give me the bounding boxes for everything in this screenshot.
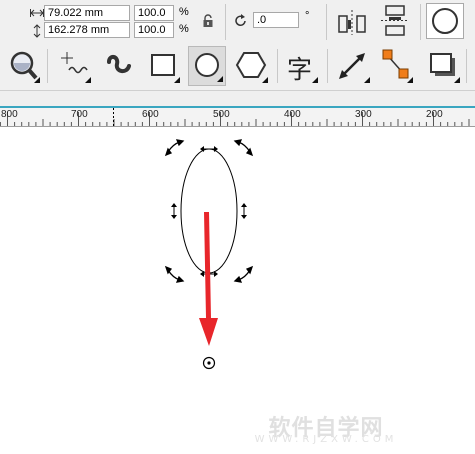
watermark-url: WWW.RJZXW.COM [254, 434, 398, 445]
red-annotation-arrow [199, 212, 218, 346]
rotation-center-icon[interactable] [202, 356, 216, 370]
canvas-overlay [164, 139, 254, 370]
